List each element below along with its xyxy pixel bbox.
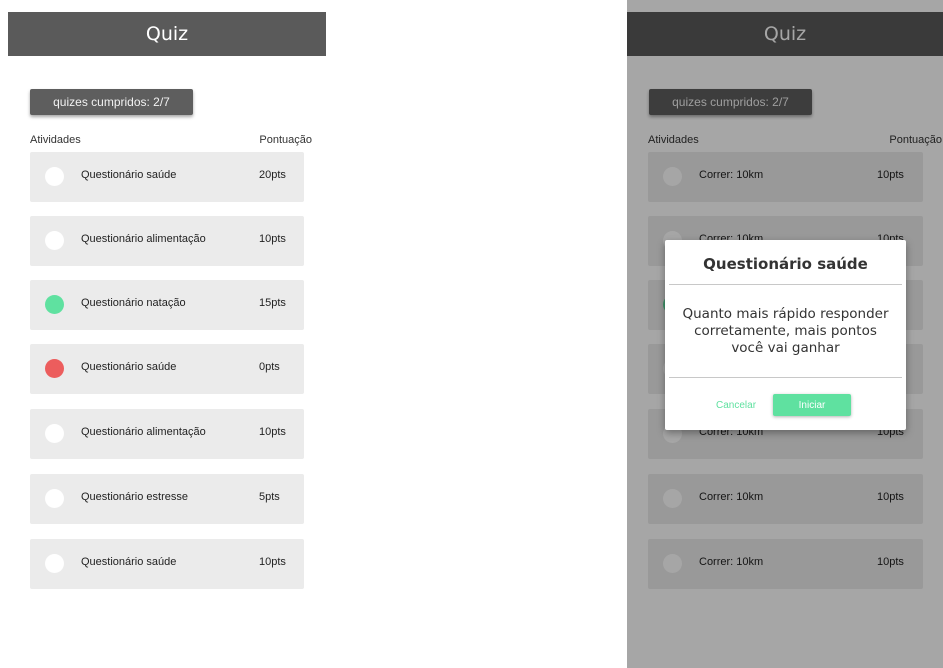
quiz-score: 10pts xyxy=(259,426,286,438)
activities-column-label: Atividades xyxy=(30,134,81,146)
quiz-title: Questionário saúde xyxy=(81,556,177,568)
completed-quizzes-badge: quizes cumpridos: 2/7 xyxy=(30,89,193,115)
quiz-score: 10pts xyxy=(259,233,286,245)
quiz-title: Questionário alimentação xyxy=(81,233,206,245)
quiz-score: 0pts xyxy=(259,361,280,373)
quiz-title: Questionário estresse xyxy=(81,491,188,503)
status-dot xyxy=(45,424,64,443)
quiz-title: Questionário saúde xyxy=(81,169,177,181)
quiz-score: 15pts xyxy=(259,297,286,309)
quiz-title: Questionário saúde xyxy=(81,361,177,373)
start-button[interactable]: Iniciar xyxy=(773,394,851,416)
quiz-item[interactable]: Questionário saúde 20pts xyxy=(30,152,304,202)
dialog-title: Questionário saúde xyxy=(703,255,868,273)
score-column-label: Pontuação xyxy=(259,134,312,146)
failed-status-dot xyxy=(45,359,64,378)
quiz-item[interactable]: Questionário saúde 10pts xyxy=(30,539,304,589)
quiz-title: Questionário alimentação xyxy=(81,426,206,438)
quiz-score: 10pts xyxy=(259,556,286,568)
quiz-item[interactable]: Questionário natação 15pts xyxy=(30,280,304,330)
quiz-item[interactable]: Questionário alimentação 10pts xyxy=(30,216,304,266)
status-dot xyxy=(45,554,64,573)
status-dot xyxy=(45,167,64,186)
quiz-item[interactable]: Questionário estresse 5pts xyxy=(30,474,304,524)
status-dot xyxy=(45,231,64,250)
status-dot xyxy=(45,489,64,508)
quiz-start-dialog: Questionário saúde Quanto mais rápido re… xyxy=(665,240,906,430)
quiz-score: 20pts xyxy=(259,169,286,181)
completed-status-dot xyxy=(45,295,64,314)
dialog-message: Quanto mais rápido responder corretament… xyxy=(682,306,889,356)
dialog-divider xyxy=(669,377,902,378)
quiz-score: 5pts xyxy=(259,491,280,503)
header-title: Quiz xyxy=(145,23,189,45)
cancel-button[interactable]: Cancelar xyxy=(716,400,756,411)
app-header: Quiz xyxy=(8,12,326,56)
quiz-title: Questionário natação xyxy=(81,297,186,309)
quiz-dialog-screen: Quiz quizes cumpridos: 2/7 Atividades Po… xyxy=(627,0,943,668)
dialog-divider xyxy=(669,284,902,285)
quiz-item[interactable]: Questionário alimentação 10pts xyxy=(30,409,304,459)
quiz-list-screen: Quiz quizes cumpridos: 2/7 Atividades Po… xyxy=(8,0,326,668)
quiz-item[interactable]: Questionário saúde 0pts xyxy=(30,344,304,394)
